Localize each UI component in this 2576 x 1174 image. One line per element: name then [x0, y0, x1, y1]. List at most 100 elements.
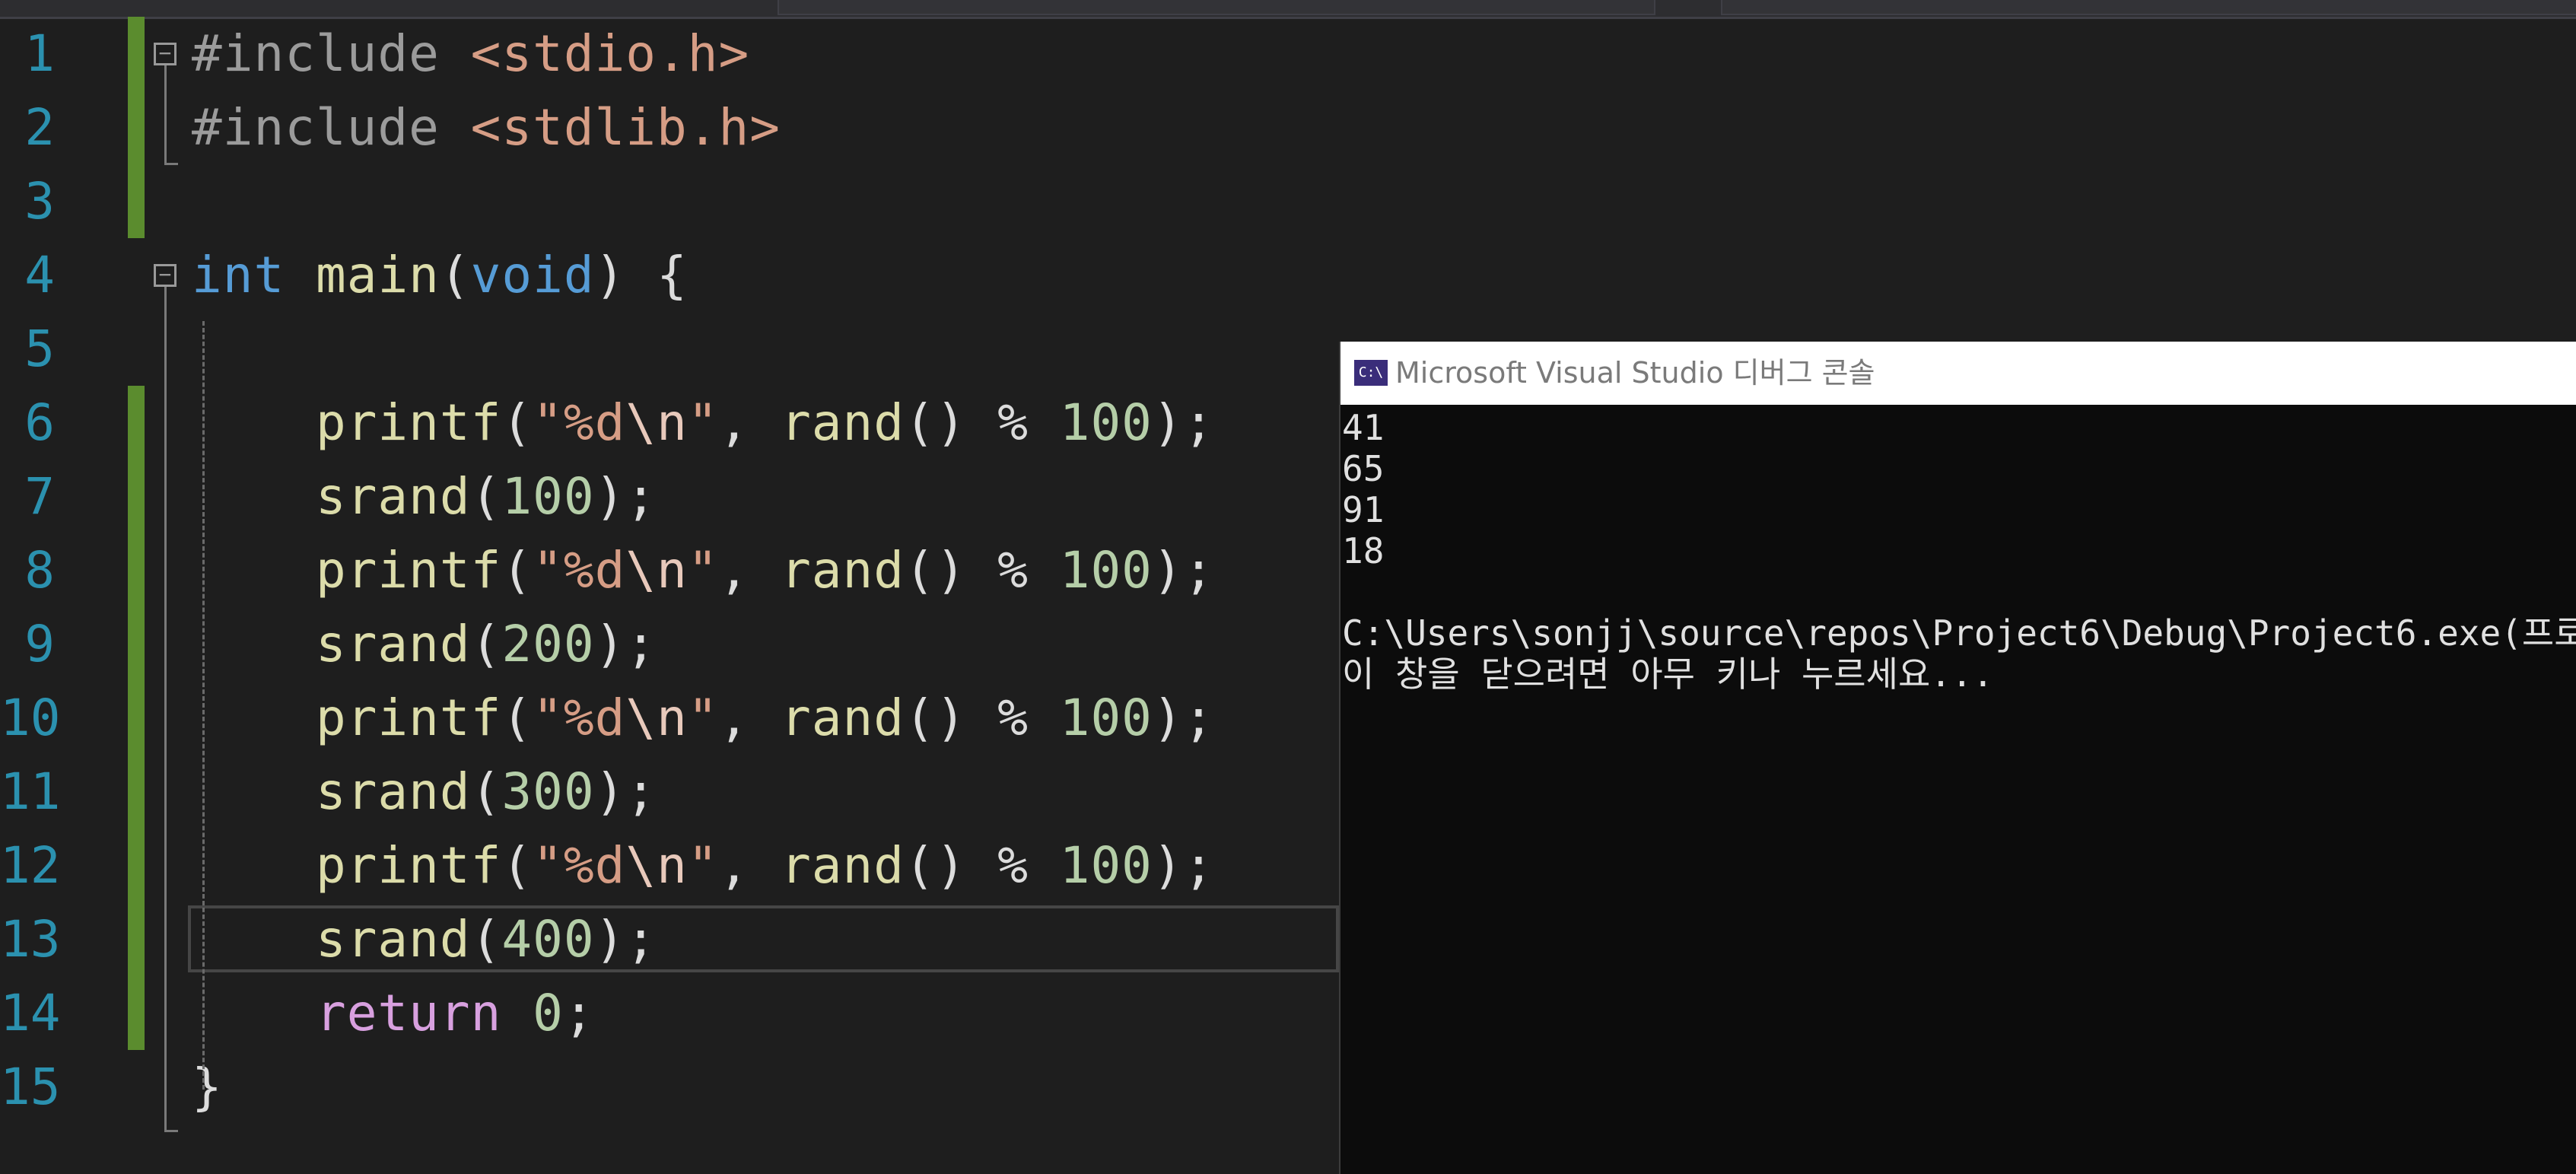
code-text: return 0; — [192, 976, 595, 1050]
code-line[interactable]: 4 int main(void) { — [0, 238, 1339, 312]
change-marker — [128, 533, 145, 607]
code-line[interactable]: 1 #include <stdio.h> — [0, 17, 1339, 91]
code-token: printf — [315, 541, 502, 600]
outline-guide — [164, 65, 167, 164]
collapse-toggle-icon[interactable]: − — [154, 264, 177, 287]
change-marker — [128, 681, 145, 755]
code-token: " — [687, 836, 719, 895]
line-number: 8 — [24, 541, 55, 600]
line-number: 9 — [24, 615, 55, 673]
line-number: 3 — [24, 172, 55, 231]
code-token: 100 — [1059, 541, 1153, 600]
code-text: } — [192, 1050, 223, 1124]
code-token: ); — [594, 615, 657, 673]
code-token: printf — [315, 689, 502, 747]
code-token: 300 — [501, 762, 595, 821]
code-token: void — [470, 246, 595, 304]
code-token: "%d — [533, 393, 626, 452]
code-token: " — [687, 689, 719, 747]
console-output-line: 이 창을 닫으려면 아무 키나 누르세요... — [1342, 654, 1994, 695]
code-token: return — [315, 984, 502, 1042]
line-number: 2 — [24, 98, 55, 157]
code-token: 0 — [533, 984, 564, 1042]
console-output-line: 65 — [1342, 448, 1385, 489]
code-token: , — [718, 836, 781, 895]
code-token: ( — [501, 393, 533, 452]
debug-console-window[interactable]: C:\ Microsoft Visual Studio 디버그 콘솔 41 65 9… — [1339, 342, 2576, 1174]
code-line[interactable]: 8 printf("%d\n", rand() % 100); — [0, 533, 1339, 607]
code-token: , — [718, 541, 781, 600]
code-token: , — [718, 393, 781, 452]
code-token: <stdio.h> — [470, 24, 750, 83]
code-token: 100 — [1059, 836, 1153, 895]
code-text: printf("%d\n", rand() % 100); — [192, 533, 1214, 607]
console-app-icon: C:\ — [1354, 360, 1388, 386]
code-line[interactable]: 10 printf("%d\n", rand() % 100); — [0, 681, 1339, 755]
code-line[interactable]: 7 srand(100); — [0, 460, 1339, 533]
code-token: ( — [439, 246, 471, 304]
code-line[interactable]: 15} — [0, 1050, 1339, 1124]
code-token: 100 — [1059, 393, 1153, 452]
code-line[interactable]: 14 return 0; — [0, 976, 1339, 1050]
line-number: 11 — [0, 762, 61, 821]
code-token: ( — [501, 836, 533, 895]
line-number: 14 — [0, 984, 61, 1042]
change-marker — [128, 755, 145, 829]
line-number: 10 — [0, 689, 61, 747]
scope-dropdown[interactable] — [778, 0, 1655, 15]
code-token: ); — [1152, 541, 1215, 600]
code-token: srand — [315, 762, 471, 821]
code-token: rand — [781, 836, 905, 895]
code-token: rand — [781, 393, 905, 452]
code-token: ( — [470, 615, 502, 673]
code-token: () % — [905, 836, 1060, 895]
console-title-bar[interactable]: C:\ Microsoft Visual Studio 디버그 콘솔 — [1340, 342, 2576, 405]
code-token: rand — [781, 689, 905, 747]
code-token: ( — [470, 762, 502, 821]
code-token: ( — [501, 541, 533, 600]
code-token: \n — [625, 393, 688, 452]
code-token: 200 — [501, 615, 595, 673]
line-number: 6 — [24, 393, 55, 452]
code-line[interactable]: 6 printf("%d\n", rand() % 100); — [0, 386, 1339, 460]
code-token: <stdlib.h> — [470, 98, 781, 157]
line-number: 4 — [24, 246, 55, 304]
code-editor[interactable]: 1 #include <stdio.h> 2 #include <stdlib.h> 3… — [0, 17, 1339, 1174]
code-line[interactable]: 5 — [0, 312, 1339, 386]
change-marker — [128, 829, 145, 902]
code-token: ); — [1152, 836, 1215, 895]
code-line[interactable]: 2 #include <stdlib.h> — [0, 91, 1339, 164]
code-text: printf("%d\n", rand() % 100); — [192, 681, 1214, 755]
console-output-line: 18 — [1342, 530, 1385, 571]
code-text: #include <stdio.h> — [192, 17, 749, 91]
code-token: " — [687, 541, 719, 600]
code-line[interactable]: 12 printf("%d\n", rand() % 100); — [0, 829, 1339, 902]
collapse-toggle-icon[interactable]: − — [154, 43, 177, 65]
code-token: ); — [1152, 689, 1215, 747]
code-token: \n — [625, 541, 688, 600]
code-line[interactable]: 11 srand(300); — [0, 755, 1339, 829]
code-text: srand(200); — [192, 607, 657, 681]
code-line[interactable]: 3 — [0, 164, 1339, 238]
code-text: #include <stdlib.h> — [192, 91, 781, 164]
code-token: ); — [594, 762, 657, 821]
change-marker — [128, 976, 145, 1050]
code-text: printf("%d\n", rand() % 100); — [192, 829, 1214, 902]
change-marker — [128, 164, 145, 238]
code-token: , — [718, 689, 781, 747]
member-dropdown[interactable] — [1721, 0, 2576, 15]
console-output-line: C:\Users\sonjj\source\repos\Project6\Deb… — [1342, 612, 2576, 654]
indent-guide — [202, 321, 207, 1090]
code-token: () % — [905, 689, 1060, 747]
code-line[interactable]: 9 srand(200); — [0, 607, 1339, 681]
code-text: srand(300); — [192, 755, 657, 829]
